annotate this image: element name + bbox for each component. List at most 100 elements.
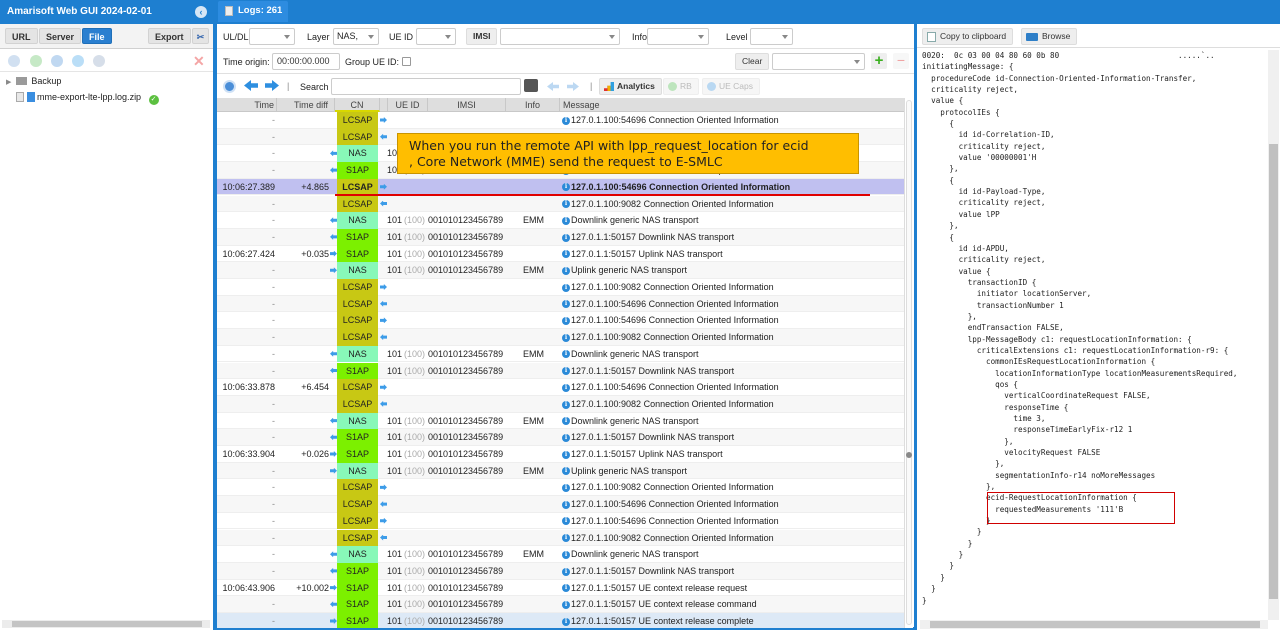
remove-filter-icon[interactable]: −	[893, 53, 909, 69]
table-row[interactable]: - NAS 101(100)001010123456789 EMM iDownlink …	[217, 546, 904, 563]
ue-caps-button[interactable]: UE Caps	[702, 78, 761, 95]
clock-icon[interactable]	[223, 80, 236, 93]
col-info[interactable]: Info	[506, 98, 560, 112]
table-row[interactable]: - NAS 101 (100) 001010123456789 EMM i Uplink ge…	[217, 462, 904, 480]
table-row[interactable]: - S1AP 101(100)001010123456789 i127.0.1.1:5…	[217, 362, 904, 380]
table-row[interactable]: - LCSAP i 127.0.1.100:54696 Connection Orie…	[217, 112, 904, 129]
server-button[interactable]: Server	[39, 28, 82, 44]
info-icon[interactable]: i	[562, 417, 570, 426]
info-icon[interactable]: i	[562, 567, 570, 576]
tree-item-backup[interactable]: ▶ Backup	[6, 74, 61, 89]
table-row[interactable]: - LCSAP i127.0.1.100:9082 Connection Orien…	[217, 395, 904, 413]
info-icon[interactable]: i	[562, 550, 570, 559]
analytics-button[interactable]: Analytics	[599, 78, 662, 95]
table-row[interactable]: - NAS 101(100)001010123456789 EMM iDownlink …	[217, 345, 904, 363]
table-row[interactable]: 10:06:27.389 +4.865 LCSAP i 127.0.1.100:5469…	[217, 178, 904, 196]
tree-item-log-file[interactable]: mme-export-lte-lpp.log.zip ✓	[16, 90, 159, 105]
col-time-diff[interactable]: Time diff	[277, 98, 335, 112]
table-row[interactable]: - S1AP 101(100)001010123456789 i127.0.1.1:5…	[217, 228, 904, 246]
decode-vertical-scrollbar[interactable]	[1268, 50, 1279, 620]
info-icon[interactable]: i	[562, 600, 570, 609]
info-icon[interactable]: i	[562, 266, 570, 275]
info-icon[interactable]: i	[562, 450, 570, 459]
table-row[interactable]: 10:06:33.878 +6.454 LCSAP i 127.0.1.100:5469…	[217, 379, 904, 396]
col-ue-id[interactable]: UE ID	[388, 98, 428, 112]
clear-button[interactable]: Clear	[735, 53, 770, 70]
table-row[interactable]: - LCSAP i127.0.1.100:9082 Connection Orien…	[217, 279, 904, 296]
table-row[interactable]: - S1AP 101(100)001010123456789 i127.0.1.1:5…	[217, 562, 904, 580]
table-row[interactable]: - S1AP 101(100)001010123456789 i127.0.1.1:5…	[217, 596, 904, 613]
col-message[interactable]: Message	[560, 98, 904, 112]
group-ueid-checkbox[interactable]	[402, 57, 411, 66]
time-origin-input[interactable]: 00:00:00.000	[272, 53, 340, 70]
play-icon[interactable]	[72, 55, 84, 67]
disconnect-icon[interactable]: ✂	[192, 28, 209, 44]
info-icon[interactable]: i	[562, 383, 570, 392]
info-icon[interactable]: i	[562, 233, 570, 242]
file-button[interactable]: File	[82, 28, 112, 44]
info-icon[interactable]: i	[562, 617, 570, 626]
table-row[interactable]: - LCSAP i127.0.1.100:9082 Connection Orien…	[217, 195, 904, 213]
collapse-panel-icon[interactable]: ‹	[195, 6, 207, 18]
tab-logs[interactable]: Logs: 261	[218, 1, 288, 22]
info-icon[interactable]: i	[562, 317, 570, 326]
table-row[interactable]: 10:06:33.904 +0.026 S1AP 101 (100) 0010101234…	[217, 446, 904, 463]
table-row[interactable]: - LCSAP i127.0.1.100:9082 Connection Orien…	[217, 479, 904, 497]
info-icon[interactable]: i	[562, 467, 570, 476]
delete-icon[interactable]: ✕	[193, 53, 205, 70]
info-select[interactable]	[647, 28, 709, 45]
rb-button[interactable]: RB	[663, 78, 699, 95]
table-row[interactable]: - LCSAP i 127.0.1.100:54696 Connection Orie…	[217, 496, 904, 513]
expand-arrow-icon[interactable]: ▶	[6, 79, 11, 86]
binoculars-icon[interactable]	[524, 79, 538, 92]
search-next-icon[interactable]	[567, 82, 579, 91]
info-icon[interactable]: i	[562, 216, 570, 225]
ueid-select[interactable]	[416, 28, 456, 45]
refresh-icon[interactable]	[51, 55, 63, 67]
info-icon[interactable]: i	[562, 350, 570, 359]
table-row[interactable]: - S1AP 101(100)001010123456789 i127.0.1.1:5…	[217, 429, 904, 446]
table-row[interactable]: 10:06:43.906 +10.002 S1AP 101 (100) 001010123…	[217, 579, 904, 597]
search-input[interactable]	[331, 78, 521, 95]
info-icon[interactable]: i	[562, 400, 570, 409]
col-cn[interactable]: CN	[335, 98, 380, 112]
imsi-button[interactable]: IMSI	[466, 28, 498, 45]
table-row[interactable]: - LCSAP i 127.0.1.100:54696 Connection Orie…	[217, 512, 904, 530]
col-imsi[interactable]: IMSI	[428, 98, 506, 112]
arrow-right-icon[interactable]	[265, 80, 279, 91]
info-icon[interactable]: i	[562, 283, 570, 292]
search-prev-icon[interactable]	[547, 82, 559, 91]
table-row[interactable]: - LCSAP i127.0.1.100:9082 Connection Orien…	[217, 329, 904, 346]
col-time[interactable]: Time	[217, 98, 277, 112]
log-vertical-scrollbar[interactable]	[904, 98, 913, 628]
info-icon[interactable]: i	[562, 534, 570, 543]
level-select[interactable]	[750, 28, 793, 45]
arrow-left-icon[interactable]	[244, 80, 258, 91]
table-row[interactable]: - NAS 101(100)001010123456789 EMM iDownlink …	[217, 212, 904, 229]
url-button[interactable]: URL	[5, 28, 38, 44]
wrench-icon[interactable]	[8, 55, 20, 67]
filter-preset-select[interactable]	[772, 53, 865, 70]
info-icon[interactable]: i	[562, 367, 570, 376]
info-icon[interactable]: i	[562, 116, 570, 125]
info-icon[interactable]: i	[562, 333, 570, 342]
table-row[interactable]: - LCSAP i 127.0.1.100:54696 Connection Orie…	[217, 312, 904, 330]
table-row[interactable]: 10:06:27.424 +0.035 S1AP 101 (100) 0010101234…	[217, 245, 904, 263]
add-filter-icon[interactable]: +	[871, 53, 887, 69]
info-icon[interactable]: i	[562, 500, 570, 509]
browse-button[interactable]: Browse	[1021, 28, 1078, 45]
info-icon[interactable]: i	[562, 584, 570, 593]
copy-to-clipboard-button[interactable]: Copy to clipboard	[922, 28, 1014, 45]
info-icon[interactable]: i	[562, 200, 570, 209]
info-icon[interactable]: i	[562, 250, 570, 259]
imsi-select[interactable]	[500, 28, 620, 45]
decode-horizontal-scrollbar[interactable]	[920, 620, 1268, 629]
export-button[interactable]: Export	[148, 28, 191, 44]
info-icon[interactable]: i	[562, 433, 570, 442]
table-row[interactable]: - S1AP 101(100)001010123456789 i127.0.1.1:5…	[217, 613, 904, 628]
info-icon[interactable]: i	[562, 300, 570, 309]
scissors-icon[interactable]	[93, 55, 105, 67]
table-row[interactable]: - NAS 101(100)001010123456789 EMM iDownlink …	[217, 412, 904, 430]
table-row[interactable]: - LCSAP i127.0.1.100:9082 Connection Orien…	[217, 529, 904, 547]
uldl-select[interactable]	[249, 28, 295, 45]
